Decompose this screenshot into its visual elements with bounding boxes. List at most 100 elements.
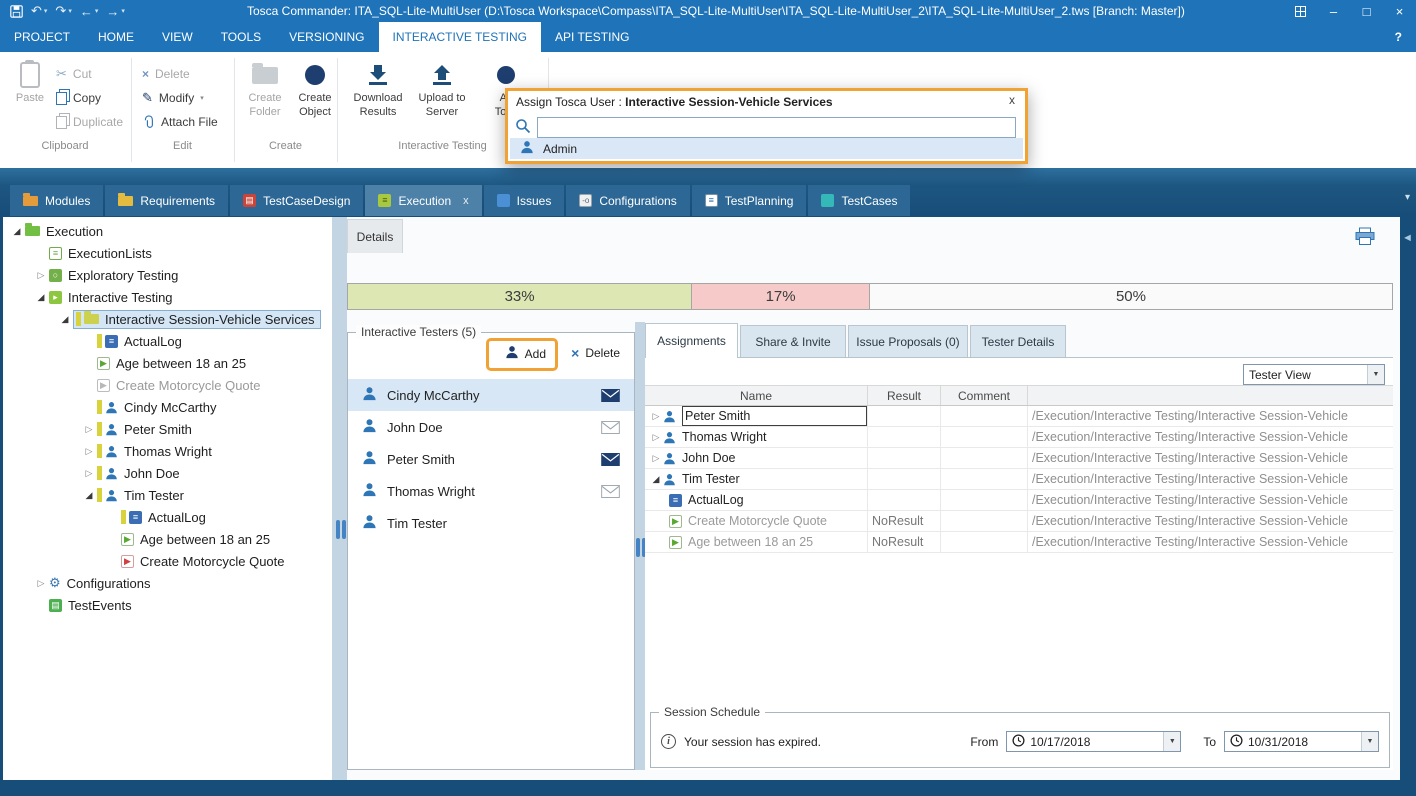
focused-cell[interactable]: Peter Smith (682, 406, 867, 426)
upload-to-server-button[interactable]: Upload to Server (414, 58, 470, 120)
tree-item-configurations[interactable]: ▷ ⚙ Configurations (3, 572, 332, 594)
table-row-tim-tester[interactable]: ◢ Tim Tester /Execution/Interactive Test… (645, 469, 1393, 490)
row-comment[interactable] (941, 427, 1028, 447)
tab-issue-proposals[interactable]: Issue Proposals (0) (848, 325, 968, 358)
row-comment[interactable] (941, 511, 1028, 531)
tester-row-john[interactable]: John Doe (348, 411, 634, 443)
workspace-tab-testplanning[interactable]: ≡ TestPlanning (692, 185, 807, 216)
column-header-comment[interactable]: Comment (941, 386, 1028, 405)
collapse-panel-arrow-icon[interactable]: ◄ (1402, 232, 1413, 244)
ribbon-tab-view[interactable]: VIEW (148, 22, 207, 52)
to-date-picker[interactable]: 10/31/2018 ▼ (1224, 731, 1379, 752)
add-tester-button[interactable]: Add (505, 345, 546, 362)
tree-item-interactive-testing[interactable]: ◢ ▸ Interactive Testing (3, 286, 332, 308)
delete-tester-button[interactable]: × Delete (571, 345, 620, 361)
column-header-name[interactable]: Name (645, 386, 868, 405)
envelope-filled-icon[interactable] (601, 389, 620, 402)
chevron-down-icon[interactable]: ▾ (121, 7, 125, 15)
panel-splitter[interactable] (332, 217, 347, 780)
tree-item-exploratory-testing[interactable]: ▷ ○ Exploratory Testing (3, 264, 332, 286)
workspace-tab-requirements[interactable]: Requirements (105, 185, 228, 216)
maximize-button[interactable]: □ (1350, 0, 1383, 22)
create-folder-button[interactable]: Create Folder (240, 58, 290, 120)
tree-item-execution[interactable]: ◢ Execution (3, 220, 332, 242)
tab-tester-details[interactable]: Tester Details (970, 325, 1066, 358)
layout-grid-icon[interactable] (1284, 0, 1317, 22)
chevron-down-icon[interactable]: ▾ (68, 7, 72, 15)
row-comment[interactable] (941, 532, 1028, 552)
tree-item-actuallog[interactable]: ≡ ActualLog (3, 330, 332, 352)
tree-item-age-between-tim[interactable]: ▶ Age between 18 an 25 (3, 528, 332, 550)
table-row-actuallog[interactable]: ≡ ActualLog /Execution/Interactive Testi… (645, 490, 1393, 511)
table-row-thomas-wright[interactable]: ▷ Thomas Wright /Execution/Interactive T… (645, 427, 1393, 448)
workspace-tab-testcasedesign[interactable]: ▤ TestCaseDesign (230, 185, 363, 216)
workspace-tab-execution[interactable]: ≡ Execution x (365, 185, 481, 216)
tree-item-testevents[interactable]: ▤ TestEvents (3, 594, 332, 616)
tester-row-tim[interactable]: Tim Tester (348, 507, 634, 539)
save-icon[interactable] (6, 0, 27, 22)
delete-button[interactable]: × Delete (142, 64, 190, 84)
close-button[interactable]: × (1383, 0, 1416, 22)
row-result[interactable] (868, 490, 941, 510)
ribbon-tab-versioning[interactable]: VERSIONING (275, 22, 378, 52)
workspace-tab-configurations[interactable]: -o Configurations (566, 185, 689, 216)
attach-file-button[interactable]: Attach File (142, 112, 218, 132)
row-result[interactable]: NoResult (868, 511, 941, 531)
tree-collapsed-icon[interactable]: ▷ (649, 453, 663, 464)
row-result[interactable] (868, 427, 941, 447)
user-list-item-admin[interactable]: Admin (510, 138, 1023, 159)
tree-item-tim-tester[interactable]: ◢ Tim Tester (3, 484, 332, 506)
tree-item-interactive-session[interactable]: ◢ Interactive Session-Vehicle Services (3, 308, 332, 330)
tree-item-cindy-mccarthy[interactable]: Cindy McCarthy (3, 396, 332, 418)
row-comment[interactable] (941, 490, 1028, 510)
chevron-down-icon[interactable]: ▾ (95, 7, 99, 15)
navigate-forward-button[interactable]: →▾ (102, 0, 129, 22)
undo-button[interactable]: ↶▾ (27, 0, 51, 22)
row-result[interactable] (868, 469, 941, 489)
from-date-picker[interactable]: 10/17/2018 ▼ (1006, 731, 1181, 752)
ribbon-tab-home[interactable]: HOME (84, 22, 148, 52)
row-result[interactable] (868, 406, 941, 426)
tree-expanded-icon[interactable]: ◢ (649, 474, 663, 485)
workspace-tab-modules[interactable]: Modules (10, 185, 103, 216)
tester-row-cindy[interactable]: Cindy McCarthy (348, 379, 634, 411)
tree-item-thomas-wright[interactable]: ▷ Thomas Wright (3, 440, 332, 462)
table-row-john-doe[interactable]: ▷ John Doe /Execution/Interactive Testin… (645, 448, 1393, 469)
navigate-back-button[interactable]: ←▾ (76, 0, 103, 22)
column-header-path[interactable] (1028, 386, 1393, 405)
user-search-input[interactable] (537, 117, 1016, 138)
paste-button[interactable]: Paste (10, 58, 50, 106)
tree-collapsed-icon[interactable]: ▷ (81, 446, 97, 457)
tab-overflow-caret-icon[interactable]: ▾ (1405, 192, 1410, 203)
splitter-grip[interactable] (335, 520, 347, 539)
tree-expanded-icon[interactable]: ◢ (33, 292, 49, 303)
tree-item-actuallog-tim[interactable]: ≡ ActualLog (3, 506, 332, 528)
tree-collapsed-icon[interactable]: ▷ (33, 578, 49, 589)
row-comment[interactable] (941, 406, 1028, 426)
tree-collapsed-icon[interactable]: ▷ (649, 411, 663, 422)
tree-collapsed-icon[interactable]: ▷ (649, 432, 663, 443)
ribbon-tab-interactive-testing[interactable]: INTERACTIVE TESTING (379, 22, 541, 52)
tester-view-select[interactable]: Tester View ▼ (1243, 364, 1385, 385)
redo-button[interactable]: ↷▾ (51, 0, 75, 22)
tree-item-peter-smith[interactable]: ▷ Peter Smith (3, 418, 332, 440)
ribbon-tab-project[interactable]: PROJECT (0, 22, 84, 52)
row-comment[interactable] (941, 469, 1028, 489)
envelope-outline-icon[interactable] (601, 485, 620, 498)
row-comment[interactable] (941, 448, 1028, 468)
chevron-down-icon[interactable]: ▾ (200, 94, 204, 102)
chevron-down-icon[interactable]: ▾ (44, 7, 48, 15)
modify-button[interactable]: ✎ Modify ▾ (142, 88, 204, 108)
tab-details[interactable]: Details (347, 219, 403, 253)
table-row-create-motorcycle-quote[interactable]: ▶ Create Motorcycle Quote NoResult /Exec… (645, 511, 1393, 532)
tree-item-age-between[interactable]: ▶ Age between 18 an 25 (3, 352, 332, 374)
workspace-tab-issues[interactable]: Issues (484, 185, 565, 216)
envelope-filled-icon[interactable] (601, 453, 620, 466)
tree-item-create-motorcycle-quote[interactable]: ▶ Create Motorcycle Quote (3, 374, 332, 396)
popup-close-button[interactable]: x (1009, 93, 1015, 107)
download-results-button[interactable]: Download Results (350, 58, 406, 120)
ribbon-tab-api-testing[interactable]: API TESTING (541, 22, 643, 52)
copy-button[interactable]: Copy (56, 88, 101, 108)
print-icon[interactable] (1355, 227, 1375, 249)
tree-collapsed-icon[interactable]: ▷ (33, 270, 49, 281)
